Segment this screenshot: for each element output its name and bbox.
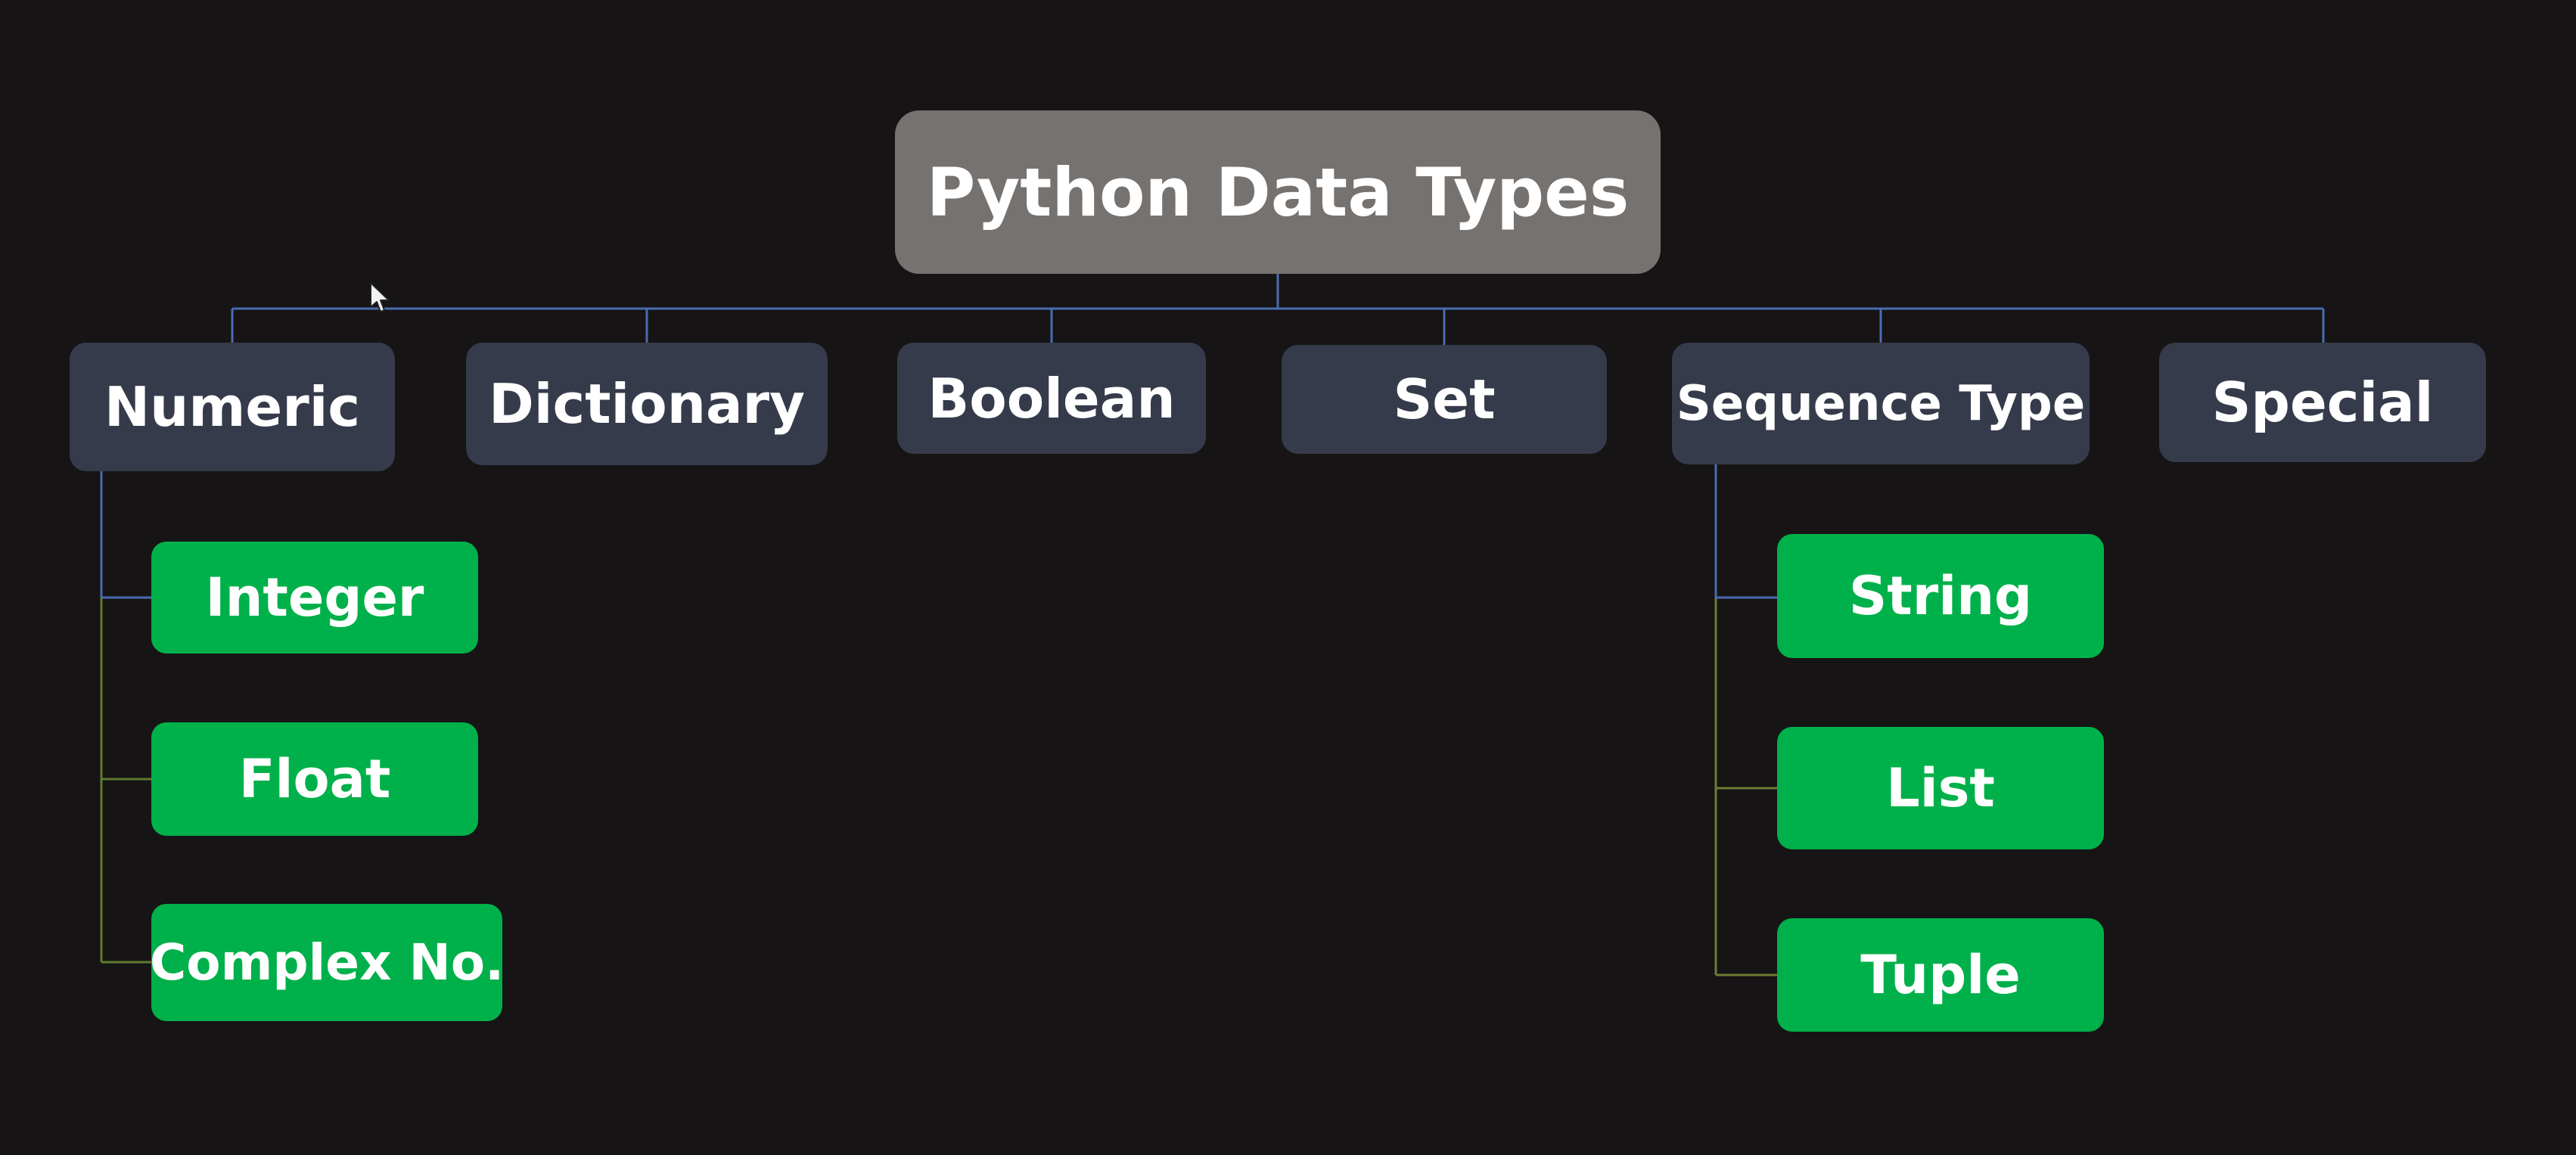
category-label-boolean: Boolean xyxy=(928,366,1176,430)
subtype-label-complex-no: Complex No. xyxy=(149,933,505,992)
subtype-node-list: List xyxy=(1777,727,2104,849)
category-node-special: Special xyxy=(2159,343,2486,462)
subtype-label-tuple: Tuple xyxy=(1860,944,2021,1006)
subtype-node-integer: Integer xyxy=(151,542,478,654)
category-label-numeric: Numeric xyxy=(104,375,361,439)
diagram-canvas: Python Data Types Numeric Dictionary Boo… xyxy=(0,0,2576,1155)
subtype-label-list: List xyxy=(1886,757,1995,819)
subtype-label-string: String xyxy=(1848,565,2033,627)
category-node-set: Set xyxy=(1282,345,1607,454)
root-node: Python Data Types xyxy=(895,110,1661,274)
subtype-label-float: Float xyxy=(238,748,391,810)
subtype-node-float: Float xyxy=(151,722,478,836)
subtype-label-integer: Integer xyxy=(205,567,424,629)
category-label-dictionary: Dictionary xyxy=(489,372,805,436)
subtype-node-complex-no: Complex No. xyxy=(149,904,505,1021)
subtype-node-string: String xyxy=(1777,534,2104,658)
category-label-special: Special xyxy=(2211,371,2434,434)
category-node-boolean: Boolean xyxy=(897,343,1206,454)
subtype-node-tuple: Tuple xyxy=(1777,918,2104,1032)
mouse-pointer-icon xyxy=(370,282,390,312)
category-node-sequence-type: Sequence Type xyxy=(1672,343,2090,464)
category-label-set: Set xyxy=(1393,368,1496,431)
category-node-dictionary: Dictionary xyxy=(466,343,828,465)
category-node-numeric: Numeric xyxy=(70,343,395,471)
root-node-label: Python Data Types xyxy=(926,153,1630,231)
category-label-sequence-type: Sequence Type xyxy=(1676,375,2086,432)
